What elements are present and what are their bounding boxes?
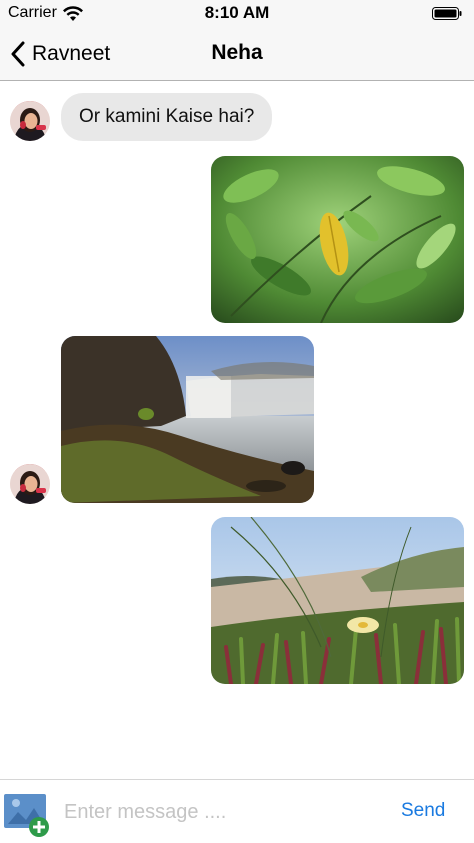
add-photo-button[interactable] [4,794,52,838]
message-input[interactable] [62,794,386,830]
conversation-title: Neha [211,41,263,64]
send-button[interactable]: Send [401,800,445,822]
chat-screen: Carrier 8:10 AM Ravneet Neha Or kamini K… [0,0,474,843]
battery-icon [432,7,462,20]
contact-avatar[interactable] [10,464,50,504]
incoming-text-bubble[interactable]: Or kamini Kaise hai? [61,93,273,141]
leaves-photo [211,156,464,323]
incoming-image-message[interactable] [61,336,314,503]
status-time: 8:10 AM [204,3,270,22]
status-bar: Carrier 8:10 AM [0,0,474,28]
outgoing-image-message[interactable] [211,156,464,323]
outgoing-image-message[interactable] [211,517,464,684]
contact-avatar[interactable] [10,101,50,141]
beach-grass-photo [211,517,464,684]
navigation-bar: Ravneet Neha [0,28,474,81]
add-photo-icon [4,794,49,837]
message-composer: Send [0,779,474,843]
waterfall-photo [61,336,314,503]
